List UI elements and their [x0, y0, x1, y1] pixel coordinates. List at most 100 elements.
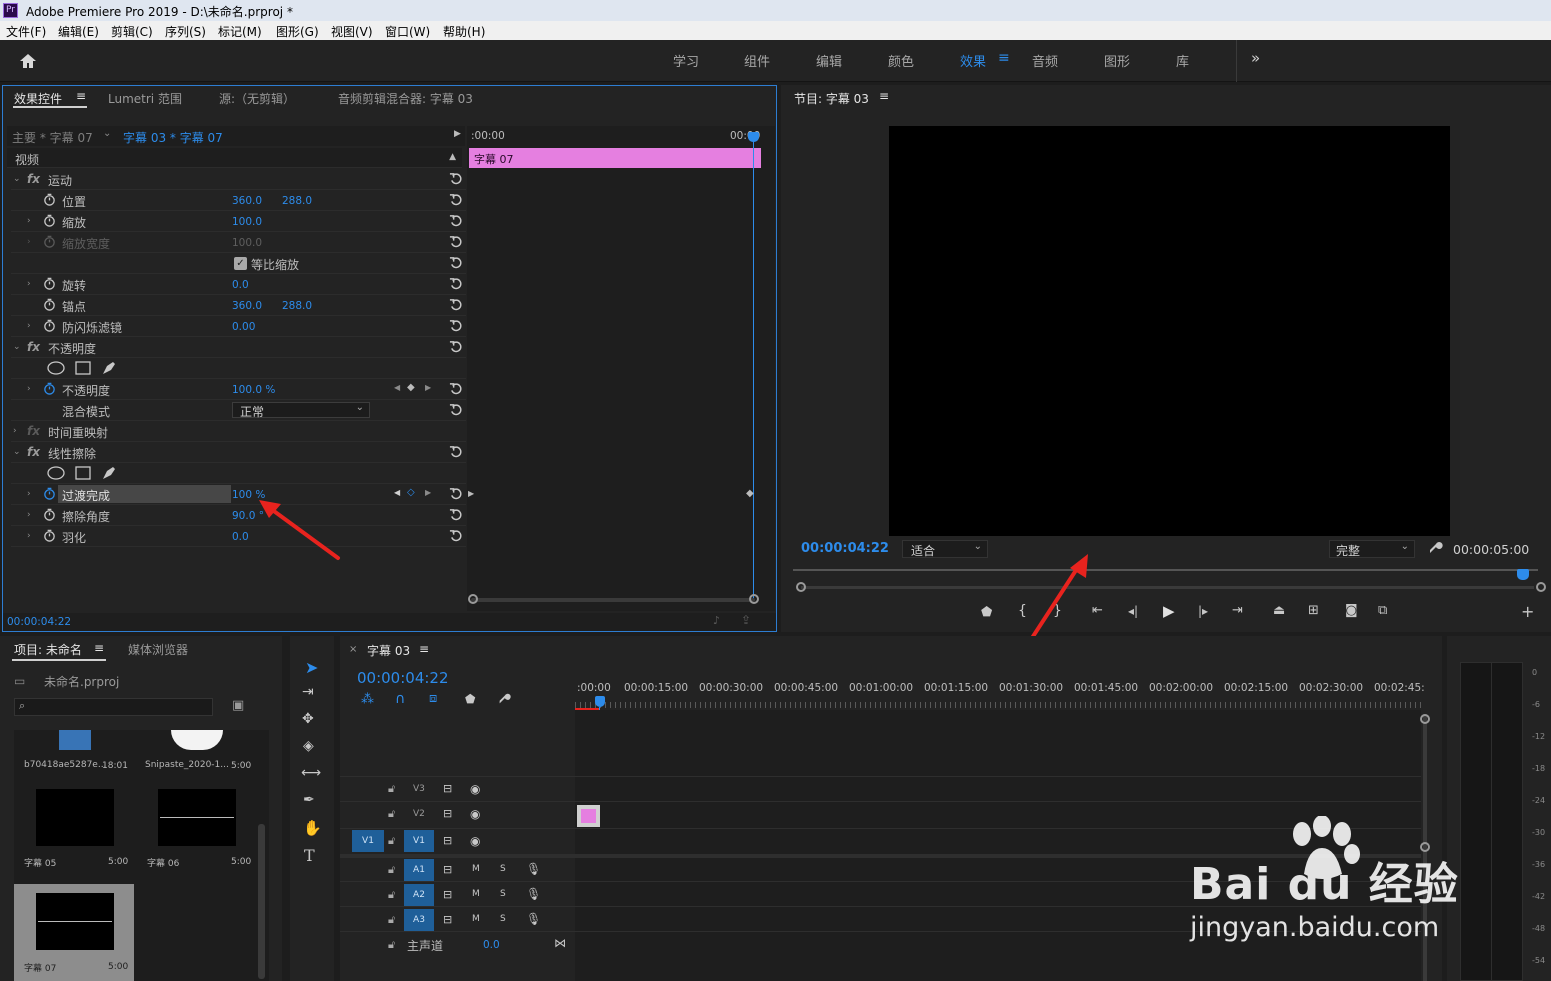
track-target-a3[interactable]: A3: [404, 909, 434, 931]
menu-view[interactable]: 视图(V): [331, 23, 373, 40]
menu-help[interactable]: 帮助(H): [443, 23, 485, 40]
program-ruler[interactable]: [793, 569, 1538, 571]
zoom-handle-left[interactable]: [796, 582, 806, 592]
track-target-v1[interactable]: V1: [404, 830, 434, 852]
timeline-tab[interactable]: 字幕 03: [367, 642, 410, 659]
workspace-menu-icon[interactable]: ≡: [998, 50, 1010, 66]
lock-icon[interactable]: 🔓︎: [388, 782, 395, 796]
go-to-end-icon[interactable]: ⋈: [554, 936, 566, 950]
reset-icon[interactable]: [449, 529, 462, 542]
ellipse-mask-icon[interactable]: [47, 361, 65, 375]
wrench-icon[interactable]: [1427, 540, 1443, 556]
stopwatch-icon[interactable]: [43, 529, 56, 542]
feather-value[interactable]: 0.0: [232, 531, 249, 543]
reset-icon[interactable]: [449, 235, 462, 248]
clip-bar[interactable]: 字幕 07: [469, 148, 761, 168]
workspace-editing[interactable]: 编辑: [816, 51, 842, 70]
camera-icon[interactable]: ◙: [1345, 603, 1358, 618]
mute-button[interactable]: M: [472, 889, 480, 899]
panel-menu-icon[interactable]: ≡: [76, 89, 86, 103]
stopwatch-icon[interactable]: [43, 508, 56, 521]
reset-icon[interactable]: [449, 508, 462, 521]
workspace-libraries[interactable]: 库: [1176, 51, 1189, 70]
lock-icon[interactable]: 🔓︎: [388, 807, 395, 821]
lock-icon[interactable]: 🔓︎: [388, 913, 395, 927]
uniform-scale-checkbox[interactable]: ✓: [234, 257, 247, 270]
rectangle-mask-icon[interactable]: [75, 361, 91, 375]
project-item[interactable]: Snipaste_2020-1... 5:00: [139, 730, 264, 778]
chevron-down-icon[interactable]: ⌄: [13, 447, 21, 457]
antiflicker-value[interactable]: 0.00: [232, 321, 255, 333]
workspace-color[interactable]: 颜色: [888, 51, 914, 70]
extract-icon[interactable]: ⊞: [1308, 603, 1319, 618]
step-forward-icon[interactable]: |▸: [1198, 604, 1208, 618]
zoom-handle-left[interactable]: [468, 594, 478, 604]
chevron-right-icon[interactable]: ›: [27, 489, 31, 499]
selection-tool-icon[interactable]: ➤: [305, 658, 318, 677]
next-keyframe-icon[interactable]: ▶: [425, 488, 431, 497]
menu-sequence[interactable]: 序列(S): [165, 23, 206, 40]
time-remap-row[interactable]: › fx 时间重映射: [11, 421, 466, 442]
add-keyframe-icon[interactable]: ◇: [407, 487, 415, 498]
sync-lock-icon[interactable]: ⊟: [443, 782, 452, 795]
reset-icon[interactable]: [449, 487, 462, 500]
playhead-handle[interactable]: [748, 132, 759, 142]
pen-mask-icon[interactable]: [101, 360, 117, 376]
timeline-timecode[interactable]: 00:00:04:22: [357, 669, 449, 687]
chevron-right-icon[interactable]: ›: [27, 279, 31, 289]
blend-mode-row[interactable]: 混合模式 正常 ⌄: [11, 400, 466, 421]
project-item[interactable]: b70418ae5287e... 18:01: [14, 730, 134, 778]
track-target-a2[interactable]: A2: [404, 884, 434, 906]
panel-menu-icon[interactable]: ≡: [419, 642, 429, 656]
add-button-icon[interactable]: +: [1521, 602, 1534, 621]
nest-icon[interactable]: ⁂: [361, 692, 374, 707]
menu-edit[interactable]: 编辑(E): [58, 23, 99, 40]
opacity-value[interactable]: 100.0 %: [232, 384, 275, 396]
tab-media-browser[interactable]: 媒体浏览器: [128, 641, 188, 658]
step-back-icon[interactable]: ◂|: [1128, 604, 1138, 618]
stopwatch-icon[interactable]: [43, 193, 56, 206]
rotation-value[interactable]: 0.0: [232, 279, 249, 291]
add-marker-icon[interactable]: ⬟: [465, 692, 475, 706]
marker-icon[interactable]: ⬟: [981, 605, 992, 620]
solo-button[interactable]: S: [500, 889, 506, 899]
lock-icon[interactable]: 🔓︎: [388, 863, 395, 877]
timeline-ruler[interactable]: :00:00 00:00:15:00 00:00:30:00 00:00:45:…: [575, 680, 1425, 710]
more-workspaces-icon[interactable]: »: [1251, 49, 1260, 67]
timeline-playhead-handle[interactable]: [595, 696, 605, 707]
pen-tool-icon[interactable]: ✒: [303, 792, 315, 808]
keyframe-nav-arrow[interactable]: ▶: [468, 489, 474, 498]
master-clip-label[interactable]: 主要 * 字幕 07: [12, 129, 93, 146]
chevron-right-icon[interactable]: ›: [27, 321, 31, 331]
project-item[interactable]: 字幕 05 5:00: [14, 780, 134, 878]
position-y-value[interactable]: 288.0: [282, 195, 312, 207]
program-title[interactable]: 节目: 字幕 03: [794, 90, 869, 107]
ellipse-mask-icon[interactable]: [47, 466, 65, 480]
lock-icon[interactable]: 🔓︎: [388, 888, 395, 902]
linked-selection-icon[interactable]: ⧈: [429, 691, 437, 706]
position-row[interactable]: 位置 360.0 288.0: [11, 190, 466, 211]
type-tool-icon[interactable]: T: [304, 846, 315, 865]
panel-menu-icon[interactable]: ≡: [94, 641, 104, 655]
close-icon[interactable]: ×: [349, 644, 357, 655]
track-target-a1[interactable]: A1: [404, 859, 434, 881]
hand-tool-icon[interactable]: ✋: [303, 819, 322, 837]
menu-marker[interactable]: 标记(M): [218, 23, 262, 40]
ripple-edit-tool-icon[interactable]: ✥: [302, 711, 314, 727]
project-scrollbar[interactable]: [258, 824, 265, 979]
anchor-x-value[interactable]: 360.0: [232, 300, 262, 312]
eye-icon[interactable]: ◉: [470, 807, 480, 821]
opacity-row[interactable]: › 不透明度 100.0 % ◀ ◆ ▶: [11, 379, 466, 400]
zoom-handle-right[interactable]: [749, 594, 759, 604]
fx-icon[interactable]: fx: [27, 445, 40, 459]
source-patch-v1[interactable]: V1: [352, 830, 384, 852]
stopwatch-icon[interactable]: [43, 298, 56, 311]
tab-source[interactable]: 源:（无剪辑）: [219, 90, 295, 107]
stopwatch-icon[interactable]: [43, 277, 56, 290]
prev-keyframe-icon[interactable]: ◀: [394, 383, 400, 392]
antiflicker-row[interactable]: › 防闪烁滤镜 0.00: [11, 316, 466, 337]
next-keyframe-icon[interactable]: ▶: [425, 383, 431, 392]
home-icon[interactable]: [18, 52, 38, 70]
play-icon[interactable]: ▶: [1163, 602, 1175, 620]
stopwatch-active-icon[interactable]: [43, 487, 56, 500]
